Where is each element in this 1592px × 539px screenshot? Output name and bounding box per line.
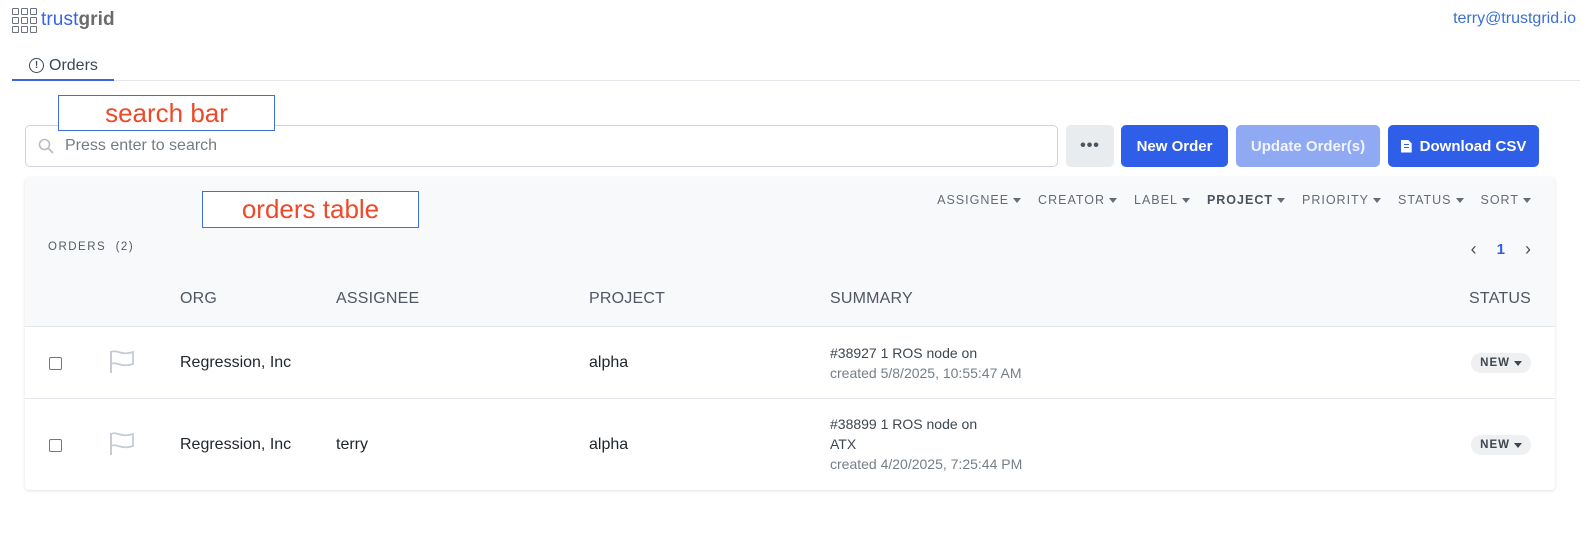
caret-down-icon xyxy=(1523,197,1531,203)
orders-title: ORDERS xyxy=(48,241,107,253)
search-input[interactable] xyxy=(65,137,1025,155)
row-summary-line: #38927 1 ROS node on xyxy=(830,345,978,361)
filter-project[interactable]: PROJECT xyxy=(1207,193,1285,207)
column-header-summary: SUMMARY xyxy=(830,290,913,307)
row-created-date: created 4/20/2025, 7:25:44 PM xyxy=(830,456,1023,472)
row-project: alpha xyxy=(589,354,629,371)
caret-down-icon xyxy=(1181,197,1190,203)
more-options-button[interactable]: ••• xyxy=(1066,125,1114,167)
column-header-status: STATUS xyxy=(1469,290,1531,307)
caret-down-icon xyxy=(1276,197,1285,203)
caret-down-icon xyxy=(1373,197,1382,203)
logo-text: trustgrid xyxy=(41,9,115,31)
status-badge[interactable]: NEW xyxy=(1471,435,1531,455)
row-select-checkbox[interactable] xyxy=(49,357,62,370)
row-org: Regression, Inc xyxy=(180,354,292,371)
user-email-link[interactable]: terry@trustgrid.io xyxy=(1453,10,1576,28)
sort-dropdown[interactable]: SORT xyxy=(1480,193,1531,207)
trustgrid-logo[interactable]: trustgrid xyxy=(12,8,115,33)
file-icon xyxy=(1400,139,1412,153)
filter-label[interactable]: LABEL xyxy=(1134,193,1190,207)
search-bar-annotation: search bar xyxy=(58,95,275,131)
row-summary[interactable]: #38927 1 ROS node on created 5/8/2025, 1… xyxy=(830,343,1021,383)
logo-text-grid: grid xyxy=(78,9,115,30)
caret-down-icon xyxy=(1455,197,1464,203)
orders-count-value: (2) xyxy=(115,241,135,253)
chevron-right-icon[interactable]: › xyxy=(1525,239,1531,260)
caret-down-icon xyxy=(1013,197,1022,203)
status-badge-label: NEW xyxy=(1480,439,1510,451)
row-summary-line: #38899 1 ROS node on xyxy=(830,416,978,432)
new-order-button[interactable]: New Order xyxy=(1121,125,1228,167)
filter-assignee[interactable]: ASSIGNEE xyxy=(937,193,1022,207)
table-row[interactable]: Regression, Inc terry alpha #38899 1 ROS… xyxy=(25,399,1555,490)
filter-status[interactable]: STATUS xyxy=(1398,193,1464,207)
filter-creator-label: CREATOR xyxy=(1038,193,1106,207)
tab-orders-label: Orders xyxy=(49,56,98,74)
logo-text-trust: trust xyxy=(41,9,79,30)
page-number[interactable]: 1 xyxy=(1497,241,1505,258)
row-created-date: created 5/8/2025, 10:55:47 AM xyxy=(830,365,1022,381)
grid-logo-icon xyxy=(12,8,37,33)
row-summary-line: ATX xyxy=(830,436,857,452)
column-header-org: ORG xyxy=(180,290,218,307)
column-header-assignee: ASSIGNEE xyxy=(336,290,420,307)
table-row[interactable]: Regression, Inc alpha #38927 1 ROS node … xyxy=(25,327,1555,399)
tab-orders[interactable]: ! Orders xyxy=(12,52,114,81)
flag-icon[interactable] xyxy=(109,349,135,375)
filter-status-label: STATUS xyxy=(1398,193,1452,207)
row-summary[interactable]: #38899 1 ROS node on ATX created 4/20/20… xyxy=(830,414,1022,474)
caret-down-icon xyxy=(1109,197,1118,203)
caret-down-icon xyxy=(1514,442,1522,448)
update-orders-button[interactable]: Update Order(s) xyxy=(1236,125,1380,167)
alert-circle-icon: ! xyxy=(29,58,44,73)
app-header: trustgrid terry@trustgrid.io xyxy=(0,0,1592,40)
status-badge-label: NEW xyxy=(1480,357,1510,369)
tab-bar: ! Orders xyxy=(12,52,1580,81)
sort-label: SORT xyxy=(1480,193,1519,207)
orders-table-annotation: orders table xyxy=(202,191,419,228)
column-header-project: PROJECT xyxy=(589,290,666,307)
status-badge[interactable]: NEW xyxy=(1471,353,1531,373)
filter-project-label: PROJECT xyxy=(1206,193,1273,207)
orders-count: ORDERS (2) xyxy=(48,241,134,253)
pagination: ‹ 1 › xyxy=(1471,239,1531,260)
filter-priority[interactable]: PRIORITY xyxy=(1301,193,1382,207)
filter-label-label: LABEL xyxy=(1134,193,1178,207)
flag-icon[interactable] xyxy=(109,431,135,457)
chevron-left-icon[interactable]: ‹ xyxy=(1471,239,1477,260)
row-select-checkbox[interactable] xyxy=(49,439,62,452)
download-csv-button[interactable]: Download CSV xyxy=(1388,125,1539,167)
search-icon xyxy=(38,138,54,154)
filter-bar: ASSIGNEE CREATOR LABEL PROJECT PRIORITY … xyxy=(937,193,1531,207)
row-assignee: terry xyxy=(336,436,368,453)
filter-priority-label: PRIORITY xyxy=(1301,193,1370,207)
filter-assignee-label: ASSIGNEE xyxy=(937,193,1010,207)
row-project: alpha xyxy=(589,436,629,453)
caret-down-icon xyxy=(1514,360,1522,366)
filter-creator[interactable]: CREATOR xyxy=(1038,193,1118,207)
search-bar xyxy=(25,125,1058,167)
row-org: Regression, Inc xyxy=(180,436,292,453)
download-csv-label: Download CSV xyxy=(1419,137,1527,155)
